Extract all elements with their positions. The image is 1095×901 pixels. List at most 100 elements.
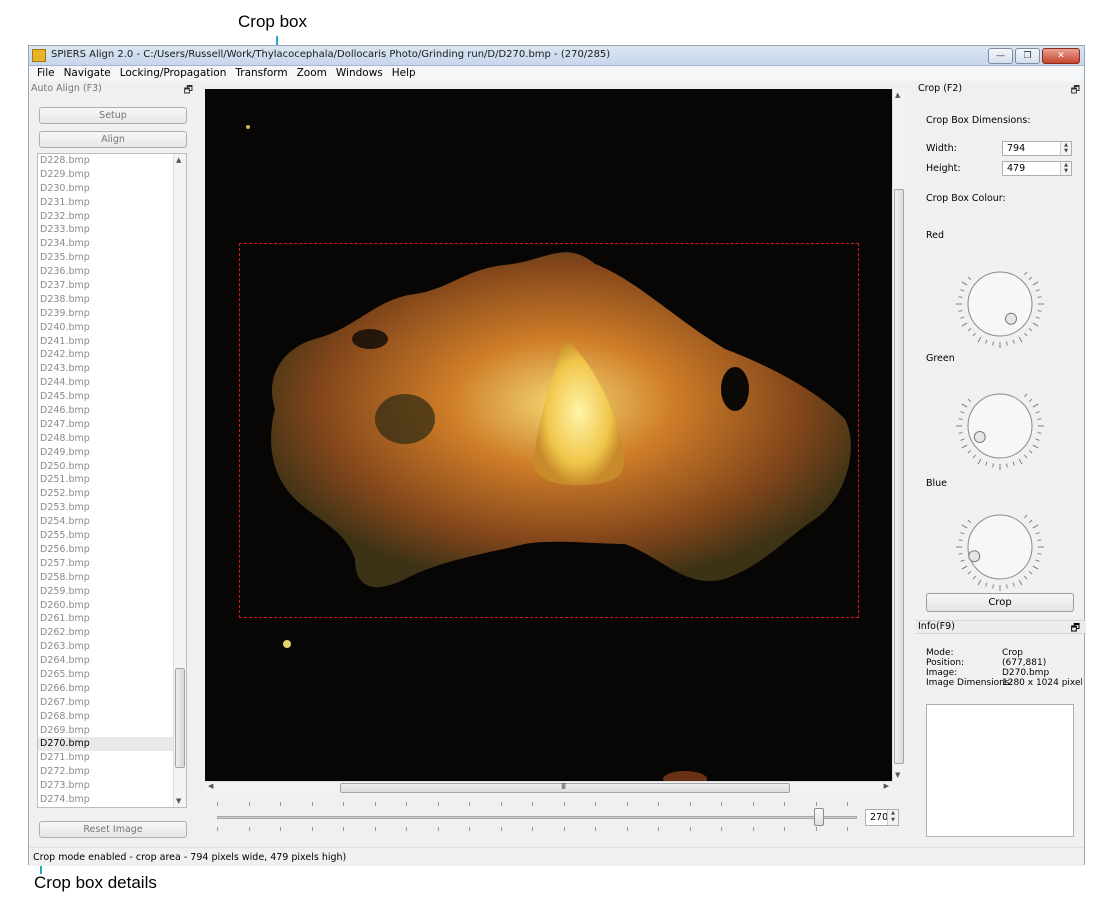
file-list-item[interactable]: D259.bmp [38,585,186,599]
restore-icon[interactable]: 🗗 [1071,83,1080,100]
file-list-item[interactable]: D271.bmp [38,751,186,765]
file-list-item[interactable]: D260.bmp [38,599,186,613]
close-button[interactable]: ✕ [1042,48,1080,64]
file-list-item[interactable]: D254.bmp [38,515,186,529]
scroll-up-icon[interactable]: ▲ [176,156,181,164]
scroll-down-icon[interactable]: ▼ [895,771,900,779]
file-list-item[interactable]: D262.bmp [38,626,186,640]
slider-tick [469,827,470,831]
dial-knob-indicator[interactable] [973,431,986,444]
minimize-button[interactable]: — [988,48,1013,64]
dial-tick [961,565,968,570]
file-list-item[interactable]: D231.bmp [38,196,186,210]
dial-face [967,271,1033,337]
file-list-item[interactable]: D238.bmp [38,293,186,307]
file-list-item[interactable]: D229.bmp [38,168,186,182]
reset-image-button[interactable]: Reset Image [39,821,187,838]
file-list-item[interactable]: D230.bmp [38,182,186,196]
file-list-item[interactable]: D246.bmp [38,404,186,418]
align-button[interactable]: Align [39,131,187,148]
scroll-left-icon[interactable]: ◀ [208,782,213,790]
file-list-item[interactable]: D232.bmp [38,210,186,224]
slice-spinbox[interactable]: 270 ▲ ▼ [865,809,899,826]
file-list-item[interactable]: D274.bmp [38,793,186,807]
file-list-item[interactable]: D242.bmp [38,348,186,362]
green-dial[interactable] [954,380,1046,472]
menu-help[interactable]: Help [388,66,421,81]
file-list-item[interactable]: D250.bmp [38,460,186,474]
file-list-item[interactable]: D247.bmp [38,418,186,432]
menu-transform[interactable]: Transform [231,66,292,81]
file-list[interactable]: D228.bmp D229.bmp D230.bmp D231.bmp D232.bmp… [37,153,187,808]
file-list-item[interactable]: D252.bmp [38,487,186,501]
restore-icon[interactable]: 🗗 [184,83,193,100]
file-list-item[interactable]: D236.bmp [38,265,186,279]
file-list-item[interactable]: D253.bmp [38,501,186,515]
menu-zoom[interactable]: Zoom [293,66,332,81]
title-bar[interactable]: SPIERS Align 2.0 - C:/Users/Russell/Work… [29,46,1084,66]
file-list-item[interactable]: D245.bmp [38,390,186,404]
dial-tick [958,296,963,298]
file-list-item[interactable]: D273.bmp [38,779,186,793]
scroll-right-icon[interactable]: ▶ [884,782,889,790]
spin-arrows-icon[interactable]: ▲ ▼ [1060,142,1071,155]
slice-slider-handle[interactable] [813,808,824,826]
restore-icon[interactable]: 🗗 [1071,621,1080,638]
file-list-item[interactable]: D243.bmp [38,362,186,376]
restore-button[interactable]: ❐ [1015,48,1040,64]
file-list-item[interactable]: D251.bmp [38,473,186,487]
file-list-item[interactable]: D256.bmp [38,543,186,557]
image-viewport[interactable] [205,89,892,781]
file-list-item[interactable]: D258.bmp [38,571,186,585]
red-dial[interactable] [954,258,1046,350]
file-list-item[interactable]: D228.bmp [38,154,186,168]
slice-slider-track[interactable] [217,816,857,819]
file-list-item[interactable]: D267.bmp [38,696,186,710]
dial-tick [1037,432,1042,434]
crop-button[interactable]: Crop [926,593,1074,612]
spin-arrows-icon[interactable]: ▲ ▼ [1060,162,1071,175]
file-list-item[interactable]: D239.bmp [38,307,186,321]
menu-navigate[interactable]: Navigate [60,66,116,81]
spin-arrows-icon[interactable]: ▲ ▼ [887,810,898,825]
scroll-down-icon[interactable]: ▼ [176,797,181,805]
file-list-item[interactable]: D272.bmp [38,765,186,779]
viewport-horizontal-scrollbar[interactable]: ◀ III ▶ [205,781,892,794]
file-list-item[interactable]: D265.bmp [38,668,186,682]
file-list-items: D228.bmp D229.bmp D230.bmp D231.bmp D232.bmp… [38,154,186,807]
viewport-horizontal-scroll-thumb[interactable]: III [340,782,790,793]
file-list-item[interactable]: D240.bmp [38,321,186,335]
setup-button[interactable]: Setup [39,107,187,124]
file-list-scroll-thumb[interactable] [175,668,185,768]
dial-knob-indicator[interactable] [968,550,981,563]
file-list-item[interactable]: D269.bmp [38,724,186,738]
file-list-item[interactable]: D268.bmp [38,710,186,724]
file-list-item[interactable]: D237.bmp [38,279,186,293]
file-list-item[interactable]: D249.bmp [38,446,186,460]
file-list-item[interactable]: D234.bmp [38,237,186,251]
file-list-item[interactable]: D255.bmp [38,529,186,543]
file-list-item[interactable]: D241.bmp [38,335,186,349]
file-list-item[interactable]: D266.bmp [38,682,186,696]
menu-windows[interactable]: Windows [332,66,388,81]
crop-box[interactable] [239,243,859,618]
height-spinbox[interactable]: 479 ▲ ▼ [1002,161,1072,176]
menu-file[interactable]: File [33,66,60,81]
file-list-item[interactable]: D261.bmp [38,612,186,626]
viewport-vertical-scroll-thumb[interactable] [894,189,904,764]
file-list-item[interactable]: D248.bmp [38,432,186,446]
menu-locking-propagation[interactable]: Locking/Propagation [116,66,232,81]
file-list-item[interactable]: D244.bmp [38,376,186,390]
file-list-item[interactable]: D264.bmp [38,654,186,668]
scroll-up-icon[interactable]: ▲ [895,91,900,99]
blue-dial[interactable] [954,501,1046,593]
file-list-item[interactable]: D257.bmp [38,557,186,571]
file-list-item[interactable]: D233.bmp [38,223,186,237]
file-list-scrollbar[interactable]: ▲ ▼ [173,154,186,807]
file-list-item[interactable]: D263.bmp [38,640,186,654]
width-spinbox[interactable]: 794 ▲ ▼ [1002,141,1072,156]
dial-knob-indicator[interactable] [1005,312,1018,325]
file-list-item[interactable]: D270.bmp [38,737,186,752]
file-list-item[interactable]: D235.bmp [38,251,186,265]
viewport-vertical-scrollbar[interactable]: ▲ ▼ [892,89,905,781]
